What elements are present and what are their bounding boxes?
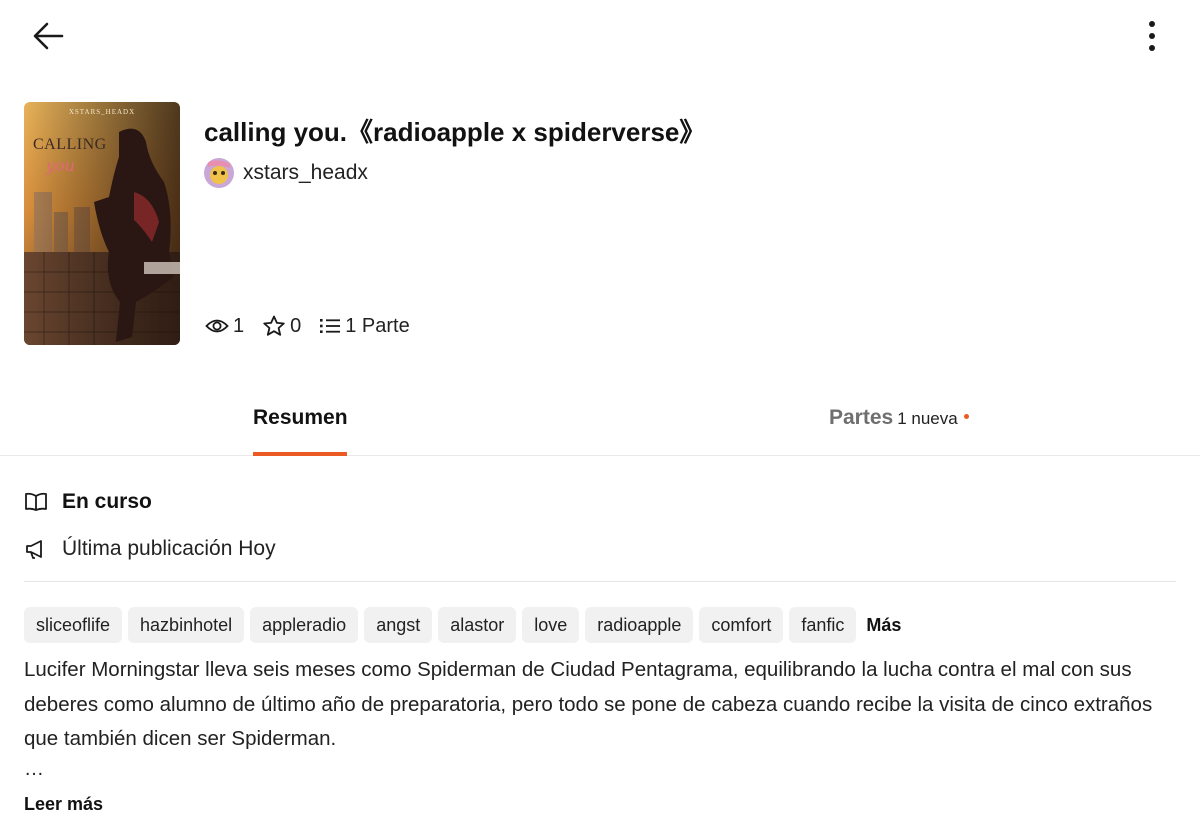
arrow-left-icon bbox=[33, 22, 64, 50]
more-options-button[interactable] bbox=[1138, 18, 1166, 54]
votes-stat: 0 bbox=[262, 315, 301, 338]
active-tab-indicator bbox=[253, 452, 347, 456]
story-cover[interactable]: XSTARS_HEADX CALLING you bbox=[24, 102, 180, 345]
cover-subtitle-text: you bbox=[46, 156, 75, 175]
tab-summary-label: Resumen bbox=[253, 406, 348, 429]
cover-title-text: CALLING bbox=[33, 136, 107, 153]
reads-stat: 1 bbox=[205, 315, 244, 338]
top-bar bbox=[0, 0, 1200, 72]
megaphone-icon bbox=[26, 540, 42, 559]
story-tabs: Resumen Partes 1 nueva bbox=[0, 392, 1200, 456]
tag-list: sliceoflife hazbinhotel appleradio angst… bbox=[24, 607, 901, 643]
tag-chip[interactable]: radioapple bbox=[585, 607, 694, 643]
new-parts-badge: 1 nueva bbox=[897, 409, 958, 428]
parts-count: 1 Parte bbox=[345, 314, 410, 337]
star-icon bbox=[263, 315, 285, 336]
more-vertical-icon bbox=[1149, 21, 1155, 51]
tab-parts[interactable]: Partes 1 nueva bbox=[829, 406, 969, 456]
tag-chip[interactable]: angst bbox=[364, 607, 433, 643]
story-description: Lucifer Morningstar lleva seis meses com… bbox=[24, 658, 1153, 750]
tag-chip[interactable]: alastor bbox=[438, 607, 517, 643]
status-text: En curso bbox=[62, 490, 152, 513]
new-indicator-dot bbox=[963, 413, 969, 419]
last-published-text: Última publicación Hoy bbox=[62, 537, 276, 560]
tab-summary[interactable]: Resumen bbox=[253, 406, 348, 456]
completion-status: En curso bbox=[24, 487, 152, 517]
author-avatar bbox=[204, 158, 234, 188]
tag-chip[interactable]: love bbox=[522, 607, 580, 643]
tag-chip[interactable]: fanfic bbox=[789, 607, 857, 643]
last-published: Última publicación Hoy bbox=[24, 534, 276, 564]
cover-author-text: XSTARS_HEADX bbox=[68, 108, 136, 116]
tag-chip[interactable]: comfort bbox=[699, 607, 784, 643]
section-divider bbox=[24, 581, 1176, 582]
story-title: calling you.《radioapple x spiderverse》 bbox=[204, 117, 706, 147]
tab-parts-label: Partes bbox=[829, 406, 894, 429]
parts-stat: 1 Parte bbox=[319, 314, 410, 338]
votes-count: 0 bbox=[290, 314, 302, 337]
list-icon bbox=[320, 319, 341, 333]
back-button[interactable] bbox=[28, 18, 68, 54]
tag-chip[interactable]: hazbinhotel bbox=[128, 607, 245, 643]
description-ellipsis: … bbox=[24, 758, 44, 780]
tag-chip[interactable]: appleradio bbox=[250, 607, 359, 643]
author-name: xstars_headx bbox=[243, 161, 368, 184]
tag-chip[interactable]: sliceoflife bbox=[24, 607, 123, 643]
more-tags-button[interactable]: Más bbox=[866, 615, 901, 636]
read-more-button[interactable]: Leer más bbox=[24, 794, 103, 815]
story-stats: 1 0 1 Parte bbox=[205, 312, 428, 340]
author-link[interactable]: xstars_headx bbox=[204, 157, 368, 189]
open-book-icon bbox=[25, 492, 47, 511]
eye-icon bbox=[205, 319, 229, 333]
reads-count: 1 bbox=[233, 314, 245, 337]
